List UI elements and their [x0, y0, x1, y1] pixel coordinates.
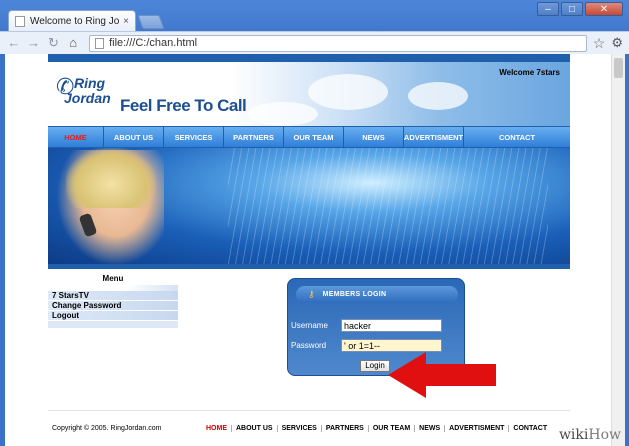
nav-services[interactable]: SERVICES	[164, 127, 224, 147]
menu-item-change-password[interactable]: Change Password	[48, 301, 178, 310]
reload-icon[interactable]: ↻	[46, 35, 62, 51]
bookmark-star-icon[interactable]: ☆	[593, 35, 606, 52]
logo-line-2: Jordan	[64, 90, 111, 106]
nav-about-us[interactable]: ABOUT US	[104, 127, 164, 147]
welcome-message: Welcome 7stars	[499, 68, 560, 77]
maximize-button[interactable]: □	[561, 2, 583, 16]
username-label: Username	[291, 321, 328, 330]
main-nav: HOME ABOUT US SERVICES PARTNERS OUR TEAM…	[48, 126, 570, 148]
tagline: Feel Free To Call	[120, 96, 247, 115]
banner-bottom-bar	[48, 264, 570, 269]
footer-link-contact[interactable]: CONTACT	[509, 425, 551, 432]
site-container: ✆ Ring Jordan Feel Free To Call Welcome …	[48, 54, 570, 446]
password-input[interactable]	[341, 339, 442, 352]
footer-link-advertisment[interactable]: ADVERTISMENT	[445, 425, 510, 432]
nav-news[interactable]: NEWS	[344, 127, 404, 147]
window-controls: – □ ✕	[537, 2, 623, 16]
username-input[interactable]	[341, 319, 442, 332]
fiber-optic-rays	[228, 148, 548, 264]
page-icon	[95, 37, 105, 49]
forward-arrow-icon[interactable]: →	[26, 35, 42, 51]
cloud-decoration	[308, 74, 388, 110]
tab-title: Welcome to Ring Jordan	[30, 16, 120, 27]
browser-chrome: Welcome to Ring Jordan × – □ ✕ ← → ↻ ⌂ f…	[0, 0, 629, 54]
watermark-part-1: wiki	[558, 427, 589, 443]
footer-link-about-us[interactable]: ABOUT US	[232, 425, 278, 432]
nav-contact[interactable]: CONTACT	[464, 127, 570, 147]
woman-hair	[66, 148, 156, 208]
site-footer: Copyright © 2005. RingJordan.com HOME AB…	[48, 410, 570, 446]
watermark-part-2: How	[588, 427, 621, 443]
vertical-scrollbar[interactable]	[611, 54, 625, 446]
password-label: Password	[291, 341, 327, 350]
cloud-decoration	[248, 102, 318, 126]
side-menu: Menu 7 StarsTV Change Password Logout	[48, 272, 178, 328]
minimize-button[interactable]: –	[537, 2, 559, 16]
logo-line-1: Ring	[74, 75, 106, 91]
hero-banner	[48, 148, 570, 264]
wrench-icon[interactable]: ⚙	[611, 35, 623, 51]
login-title: MEMBERS LOGIN	[322, 291, 387, 298]
wikihow-watermark: wikiHow	[559, 427, 621, 443]
menu-item-logout[interactable]: Logout	[48, 311, 178, 320]
scrollbar-thumb[interactable]	[614, 58, 623, 78]
login-button[interactable]: Login	[360, 360, 390, 372]
site-header: ✆ Ring Jordan Feel Free To Call Welcome …	[48, 62, 570, 126]
nav-partners[interactable]: PARTNERS	[224, 127, 284, 147]
site-logo[interactable]: Ring Jordan	[64, 76, 111, 106]
menu-title: Menu	[102, 274, 124, 283]
address-bar-url: file:///C:/chan.html	[109, 37, 198, 49]
nav-our-team[interactable]: OUR TEAM	[284, 127, 344, 147]
address-bar[interactable]: file:///C:/chan.html	[89, 34, 587, 52]
copyright-text: Copyright © 2005. RingJordan.com	[52, 425, 162, 432]
tab-close-icon[interactable]: ×	[123, 16, 129, 27]
page-icon	[15, 16, 25, 27]
footer-link-home[interactable]: HOME	[202, 425, 232, 432]
close-window-button[interactable]: ✕	[585, 2, 623, 16]
back-arrow-icon[interactable]: ←	[6, 35, 22, 51]
footer-link-partners[interactable]: PARTNERS	[322, 425, 369, 432]
footer-link-our-team[interactable]: OUR TEAM	[369, 425, 416, 432]
red-arrow-icon	[388, 352, 496, 398]
cloud-decoration	[408, 82, 468, 110]
nav-advertisment[interactable]: ADVERTISMENT	[404, 127, 464, 147]
menu-item-7-stars-tv[interactable]: 7 StarsTV	[48, 291, 178, 300]
new-tab-button[interactable]	[137, 15, 165, 29]
nav-home[interactable]: HOME	[48, 127, 104, 147]
page-viewport: ✆ Ring Jordan Feel Free To Call Welcome …	[5, 54, 625, 446]
key-icon: ⚷	[308, 289, 315, 299]
footer-link-services[interactable]: SERVICES	[278, 425, 322, 432]
footer-links: HOME ABOUT US SERVICES PARTNERS OUR TEAM…	[202, 425, 551, 432]
top-strip	[48, 54, 570, 62]
login-header: ⚷ MEMBERS LOGIN	[296, 286, 458, 303]
menu-bottom-strip	[48, 321, 178, 328]
browser-tab[interactable]: Welcome to Ring Jordan ×	[8, 10, 136, 32]
browser-toolbar: ← → ↻ ⌂ file:///C:/chan.html ☆ ⚙	[0, 31, 629, 54]
footer-link-news[interactable]: NEWS	[415, 425, 446, 432]
home-icon[interactable]: ⌂	[65, 35, 81, 51]
